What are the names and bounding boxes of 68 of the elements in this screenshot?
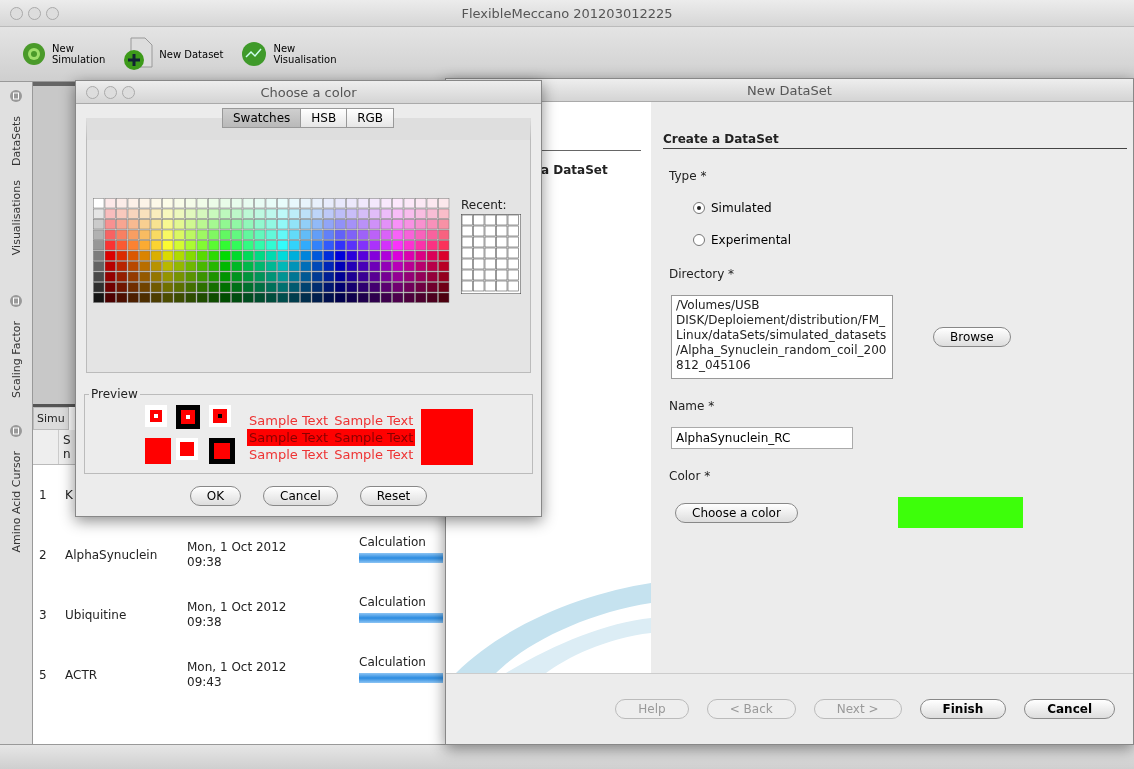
tab[interactable]: HSB: [300, 108, 348, 128]
status-text: Calculation: [359, 595, 427, 609]
toolbar-button[interactable]: New Simulation: [20, 40, 108, 68]
table-cell-text: Mon, 1 Oct 2012 09:38: [186, 600, 288, 630]
row-number: 5: [38, 668, 48, 682]
wizard-button[interactable]: Finish: [919, 699, 1007, 719]
table-tab[interactable]: Simu: [33, 407, 69, 430]
gear-icon: [22, 42, 46, 66]
dialog-button[interactable]: Cancel: [263, 486, 338, 506]
window-control-button[interactable]: [86, 85, 99, 99]
chart-globe-icon: [241, 41, 268, 67]
choose-color-button[interactable]: Choose a color: [675, 502, 798, 523]
sidebar-tab[interactable]: DataSets: [9, 116, 23, 167]
color-swatch-grid[interactable]: [93, 198, 451, 304]
row-number: 3: [38, 608, 48, 622]
column-header[interactable]: S n: [59, 430, 75, 464]
table-cell-text: Mon, 1 Oct 2012 09:43: [186, 660, 288, 690]
toolbar-button[interactable]: New Visualisation: [239, 39, 339, 69]
window-control-button[interactable]: [46, 6, 59, 20]
directory-field[interactable]: /Volumes/USB DISK/Deploiement/distribution/FM_Linux/dataSets/simulated_datasets/Alpha_Synuclein_random_coil_200812_045106: [671, 295, 893, 379]
window-title: Choose a color: [260, 84, 357, 100]
window-title: FlexibleMeccano 201203012225: [461, 5, 673, 21]
field-label: Name *: [669, 399, 716, 413]
field-label: Color *: [669, 469, 712, 483]
table-cell-text: ACTR: [64, 668, 99, 682]
sample-text: Sample Text: [334, 446, 414, 462]
sidebar-tab[interactable]: Amino Acid Cursor: [9, 451, 23, 553]
table-cell-text: AlphaSynuclein: [64, 548, 159, 562]
toolbar-button[interactable]: New Dataset: [121, 35, 226, 73]
window-control-button[interactable]: [104, 85, 117, 99]
window-title: New DataSet: [747, 82, 832, 98]
row-number: 2: [38, 548, 48, 562]
tab[interactable]: Swatches: [221, 108, 302, 128]
sample-text: Sample Text: [334, 429, 414, 445]
pin-icon[interactable]: [10, 90, 22, 102]
recent-swatch-grid[interactable]: [461, 214, 521, 294]
name-field[interactable]: AlphaSynuclein_RC: [671, 427, 853, 449]
radio-button[interactable]: Experimental: [693, 233, 792, 247]
sample-text: Sample Text: [249, 412, 329, 428]
sample-text: Sample Text: [249, 446, 329, 462]
field-label: Directory *: [669, 267, 736, 281]
status-text: Calculation: [359, 655, 427, 669]
sidebar-tab[interactable]: Scaling Factor: [9, 321, 23, 398]
sample-text: Sample Text: [249, 429, 329, 445]
field-label: Type *: [669, 169, 708, 183]
window-control-button[interactable]: [10, 6, 23, 20]
pin-icon[interactable]: [10, 295, 22, 307]
preview-legend: Preview: [89, 387, 140, 401]
status-text: Calculation: [359, 535, 427, 549]
radio-button[interactable]: Simulated: [693, 201, 772, 215]
sample-text: Sample Text: [334, 412, 414, 428]
color-preview-swatch: [421, 409, 474, 465]
dialog-button[interactable]: Reset: [359, 486, 428, 506]
pin-icon[interactable]: [10, 425, 22, 437]
section-heading: Create a DataSet: [663, 132, 1127, 149]
window-control-button[interactable]: [122, 85, 135, 99]
table-cell-text: Mon, 1 Oct 2012 09:38: [186, 540, 288, 570]
recent-label: Recent:: [461, 198, 507, 212]
dialog-button[interactable]: OK: [189, 486, 242, 506]
sidebar-tab[interactable]: Visualisations: [9, 180, 23, 256]
document-add-icon: [123, 37, 154, 71]
table-cell-text: K: [64, 488, 74, 502]
table-cell-text: Ubiquitine: [64, 608, 128, 622]
row-number: 1: [38, 488, 48, 502]
tab[interactable]: RGB: [346, 108, 395, 128]
wizard-button[interactable]: Cancel: [1024, 699, 1115, 719]
browse-button[interactable]: Browse: [933, 327, 1011, 347]
window-control-button[interactable]: [28, 6, 41, 20]
